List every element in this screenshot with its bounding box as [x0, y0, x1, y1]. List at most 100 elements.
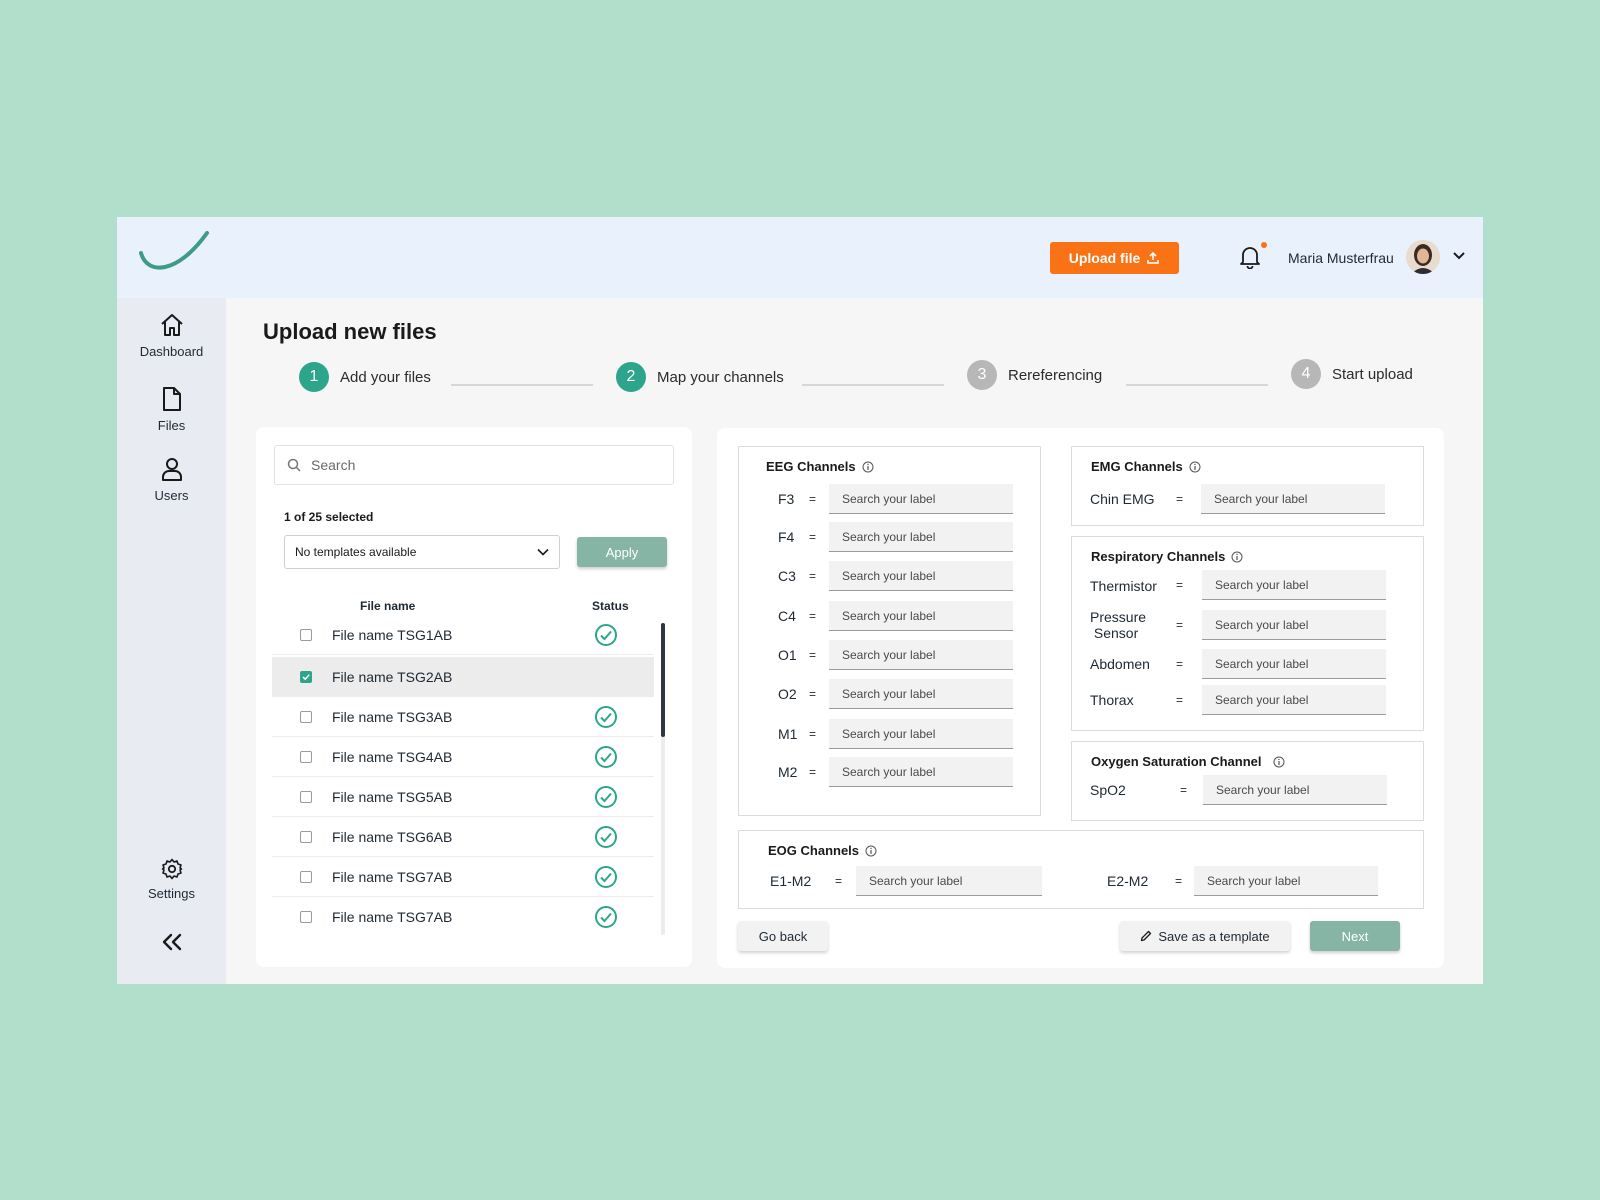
eeg-title: EEG Channels [766, 459, 874, 474]
file-name: File name TSG7AB [332, 908, 453, 925]
file-name: File name TSG3AB [332, 708, 453, 725]
upload-file-button[interactable]: Upload file [1050, 242, 1179, 274]
equals-sign: = [809, 648, 817, 662]
avatar-image [1406, 240, 1440, 274]
step-add-files[interactable]: 1 Add your files [299, 362, 431, 392]
double-chevron-left-icon[interactable] [161, 933, 183, 951]
template-select-value: No templates available [295, 545, 417, 559]
oxygen-panel: Oxygen Saturation Channel SpO2 = Search yo… [1071, 741, 1424, 821]
upload-icon [1147, 251, 1160, 264]
search-icon [287, 458, 301, 472]
row-checkbox[interactable] [300, 830, 312, 843]
panel-title-text: EEG Channels [766, 459, 856, 474]
channel-label-input[interactable]: Search your label [829, 640, 1013, 670]
row-checkbox[interactable] [300, 790, 312, 803]
equals-sign: = [809, 530, 817, 544]
info-icon[interactable] [1189, 461, 1201, 473]
channel-label-input[interactable]: Search your label [829, 484, 1013, 514]
table-row[interactable]: File name TSG7AB [272, 857, 654, 897]
equals-sign: = [835, 874, 843, 888]
table-row[interactable]: File name TSG2AB [272, 657, 654, 697]
channel-label-input[interactable]: Search your label [829, 719, 1013, 749]
save-template-button[interactable]: Save as a template [1120, 921, 1290, 951]
channel-label-input[interactable]: Search your label [1201, 484, 1385, 514]
row-checkbox[interactable] [300, 628, 312, 641]
template-select[interactable]: No templates available [284, 535, 560, 569]
channel-label-input[interactable]: Search your label [829, 522, 1013, 552]
search-box[interactable] [274, 445, 674, 485]
avatar[interactable] [1406, 240, 1440, 274]
info-icon[interactable] [1273, 756, 1285, 768]
equals-sign: = [809, 687, 817, 701]
table-row[interactable]: File name TSG4AB [272, 737, 654, 777]
info-icon[interactable] [862, 461, 874, 473]
row-checkbox[interactable] [300, 870, 312, 883]
channel-label-input[interactable]: Search your label [1194, 866, 1378, 896]
emg-title: EMG Channels [1091, 459, 1201, 474]
apply-button[interactable]: Apply [577, 537, 667, 567]
selected-count: 1 of 25 selected [284, 510, 374, 524]
file-name: File name TSG4AB [332, 748, 453, 765]
sidebar-item-files[interactable]: Files [117, 386, 226, 433]
sidebar-item-users[interactable]: Users [117, 456, 226, 503]
info-icon[interactable] [1231, 551, 1243, 563]
channel-label-input[interactable]: Search your label [1202, 610, 1386, 640]
channel-label-input[interactable]: Search your label [829, 601, 1013, 631]
top-header: Upload file Maria Musterfrau [117, 217, 1483, 298]
status-check-icon [595, 745, 617, 768]
notification-bell-icon[interactable] [1239, 245, 1261, 269]
table-row[interactable]: File name TSG7AB [272, 897, 654, 929]
step-connector [802, 384, 944, 386]
sidebar-item-dashboard[interactable]: Dashboard [117, 312, 226, 359]
equals-sign: = [809, 569, 817, 583]
channel-label-input[interactable]: Search your label [856, 866, 1042, 896]
emg-panel: EMG Channels Chin EMG = Search your label [1071, 446, 1424, 526]
file-list: File name TSG1AB File name TSG2AB File nam… [272, 615, 654, 929]
channel-label-input[interactable]: Search your label [1203, 775, 1387, 805]
file-name: File name TSG2AB [332, 669, 453, 685]
app-window: Upload file Maria Musterfrau Dashboard F… [117, 217, 1483, 984]
table-row[interactable]: File name TSG6AB [272, 817, 654, 857]
step-label: Start upload [1332, 365, 1413, 383]
file-icon [162, 387, 181, 411]
table-row[interactable]: File name TSG3AB [272, 697, 654, 737]
channel-label: M1 [778, 726, 798, 742]
table-row[interactable]: File name TSG5AB [272, 777, 654, 817]
channel-label-input[interactable]: Search your label [829, 561, 1013, 591]
channel-label: Abdomen [1090, 656, 1150, 672]
respiratory-panel: Respiratory Channels Thermistor = Search y… [1071, 536, 1424, 731]
row-checkbox[interactable] [300, 710, 312, 723]
row-checkbox[interactable] [300, 750, 312, 763]
checkmark-icon [302, 674, 310, 681]
step-label: Rereferencing [1008, 366, 1103, 384]
sidebar: Dashboard Files Users Settings [117, 298, 226, 984]
scrollbar-thumb[interactable] [661, 623, 665, 737]
file-name: File name TSG5AB [332, 788, 453, 805]
home-icon [160, 314, 183, 336]
table-row[interactable]: File name TSG1AB [272, 615, 654, 655]
info-icon[interactable] [865, 845, 877, 857]
next-button[interactable]: Next [1310, 921, 1400, 951]
chevron-down-icon[interactable] [1452, 251, 1466, 261]
channel-label: Chin EMG [1090, 491, 1155, 507]
channel-label-input[interactable]: Search your label [829, 757, 1013, 787]
step-map-channels[interactable]: 2 Map your channels [616, 362, 784, 392]
step-rereferencing[interactable]: 3 Rereferencing [967, 360, 1102, 390]
equals-sign: = [809, 727, 817, 741]
channel-label: E1-M2 [770, 873, 812, 889]
channel-label: Thorax [1090, 692, 1134, 708]
sidebar-item-settings[interactable]: Settings [117, 858, 226, 901]
channel-label: M2 [778, 764, 798, 780]
sidebar-item-label: Files [157, 418, 186, 433]
channel-label-input[interactable]: Search your label [1202, 685, 1386, 715]
step-start-upload[interactable]: 4 Start upload [1291, 359, 1413, 389]
channel-label: Pressure Sensor [1090, 609, 1147, 641]
status-check-icon [595, 705, 617, 728]
row-checkbox[interactable] [300, 671, 312, 683]
channel-label-input[interactable]: Search your label [1202, 570, 1386, 600]
search-input[interactable] [311, 457, 641, 473]
row-checkbox[interactable] [300, 910, 312, 923]
channel-label-input[interactable]: Search your label [829, 679, 1013, 709]
channel-label-input[interactable]: Search your label [1202, 649, 1386, 679]
go-back-button[interactable]: Go back [738, 921, 828, 951]
